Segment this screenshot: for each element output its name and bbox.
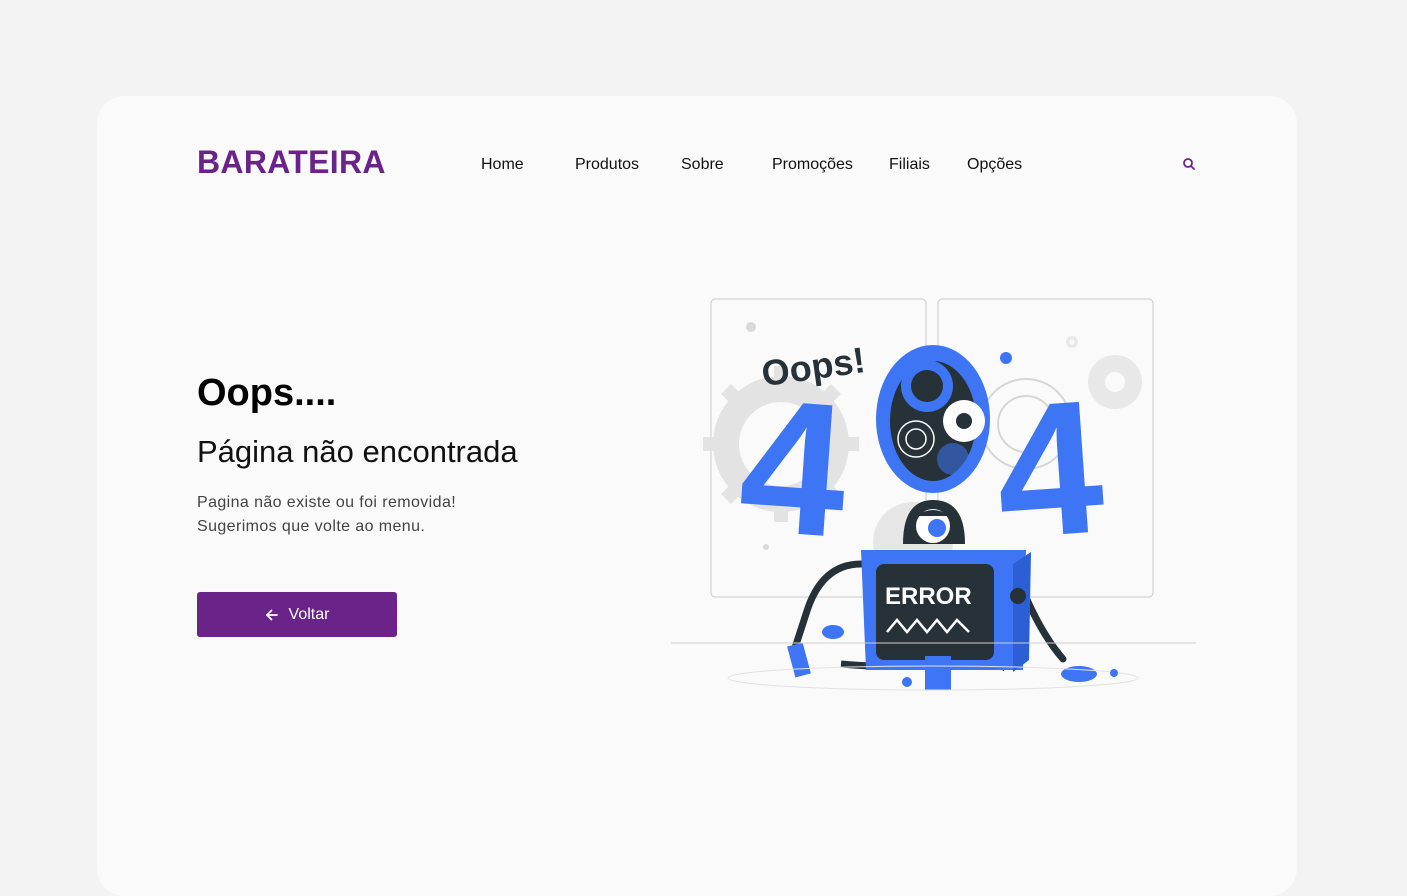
nav-item-opcoes[interactable]: Opções [967,156,1022,174]
page-subtitle: Página não encontrada [197,434,518,469]
digit-4-left: 4 [733,359,853,578]
back-button-label: Voltar [288,605,330,623]
description-line-2: Sugerimos que volte ao menu. [197,518,426,535]
search-button[interactable] [1181,156,1197,172]
error-label: ERROR [885,583,972,610]
page-card: BARATEIRA Home Produtos Sobre Promoções … [97,96,1297,896]
page-description: Pagina não existe ou foi removida! Suger… [197,491,456,539]
arrow-left-icon [265,609,278,620]
error-screen [876,564,994,660]
description-line-1: Pagina não existe ou foi removida! [197,494,457,511]
page-title: Oops.... [197,372,337,414]
gear-icon [901,360,953,412]
search-icon [1183,158,1195,170]
nav-item-promocoes[interactable]: Promoções [772,156,853,174]
back-button[interactable]: Voltar [197,592,397,637]
nav-item-home[interactable]: Home [481,156,524,174]
nav-item-filiais[interactable]: Filiais [889,156,930,174]
nav-item-produtos[interactable]: Produtos [575,156,639,174]
nav-item-sobre[interactable]: Sobre [681,156,724,174]
digit-4-right: 4 [989,360,1109,579]
gear-icon [943,400,985,442]
error-404-illustration: Oops! 4 4 ERROR [671,298,1196,691]
digit-0-head [876,345,990,493]
brand-logo[interactable]: BARATEIRA [197,144,386,181]
